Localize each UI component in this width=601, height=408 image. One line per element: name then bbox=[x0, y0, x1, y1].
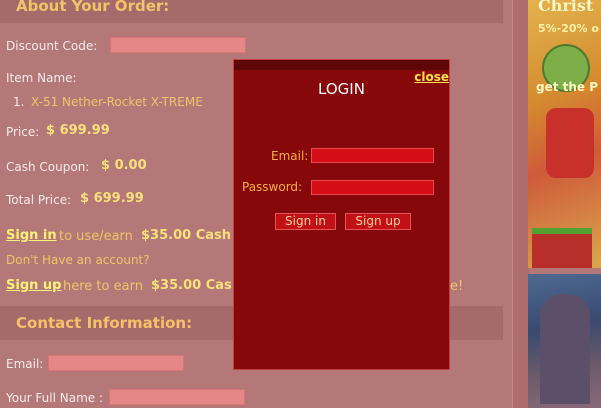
item-index: 1. bbox=[13, 95, 25, 109]
promo-gifts-icon bbox=[532, 228, 592, 268]
login-title: LOGIN bbox=[318, 80, 365, 98]
login-email-input[interactable] bbox=[311, 148, 434, 163]
cash-coupon-label: Cash Coupon: bbox=[6, 160, 90, 174]
email-input[interactable] bbox=[48, 355, 184, 371]
promo-brand-text: Christ bbox=[538, 0, 594, 15]
login-email-label: Email: bbox=[271, 149, 309, 163]
total-price-value: $ 699.99 bbox=[80, 191, 144, 206]
promo-discount-text: 5%-20% o bbox=[538, 22, 599, 35]
full-name-input[interactable] bbox=[109, 389, 245, 405]
full-name-label: Your Full Name : bbox=[6, 391, 104, 405]
promo-banner-secondary[interactable] bbox=[528, 274, 601, 408]
sign-up-amount: $35.00 Cas bbox=[151, 278, 232, 293]
item-name-label: Item Name: bbox=[6, 71, 77, 85]
email-label: Email: bbox=[6, 357, 44, 371]
promo-warrior-icon bbox=[540, 294, 590, 404]
cash-coupon-value: $ 0.00 bbox=[101, 158, 147, 173]
sign-in-link[interactable]: Sign in bbox=[6, 228, 57, 243]
sign-in-amount: $35.00 Cash bbox=[141, 228, 231, 243]
no-account-text: Don't Have an account? bbox=[6, 253, 150, 267]
total-price-label: Total Price: bbox=[6, 193, 72, 207]
sign-in-text: to use/earn bbox=[59, 229, 133, 244]
price-value: $ 699.99 bbox=[46, 123, 110, 138]
promo-figure-icon bbox=[546, 108, 594, 178]
side-divider bbox=[512, 0, 529, 408]
login-modal: close LOGIN Email: Password: Sign in Sig… bbox=[233, 59, 450, 370]
login-password-label: Password: bbox=[242, 180, 303, 194]
sign-up-button[interactable]: Sign up bbox=[345, 213, 411, 230]
price-label: Price: bbox=[6, 125, 40, 139]
sign-up-text: here to earn bbox=[63, 279, 143, 294]
discount-code-label: Discount Code: bbox=[6, 39, 98, 53]
promo-cta-text: get the P bbox=[536, 80, 599, 94]
sign-in-button[interactable]: Sign in bbox=[275, 213, 336, 230]
sign-up-link[interactable]: Sign up bbox=[6, 278, 61, 293]
sign-up-tail: e! bbox=[450, 279, 464, 294]
modal-top-bar bbox=[234, 60, 449, 70]
login-password-input[interactable] bbox=[311, 180, 434, 195]
discount-code-input[interactable] bbox=[110, 37, 246, 53]
order-section-header: About Your Order: bbox=[0, 0, 503, 23]
promo-banner[interactable]: Christ 5%-20% o get the P bbox=[528, 0, 601, 268]
item-name-value: X-51 Nether-Rocket X-TREME bbox=[31, 95, 203, 109]
